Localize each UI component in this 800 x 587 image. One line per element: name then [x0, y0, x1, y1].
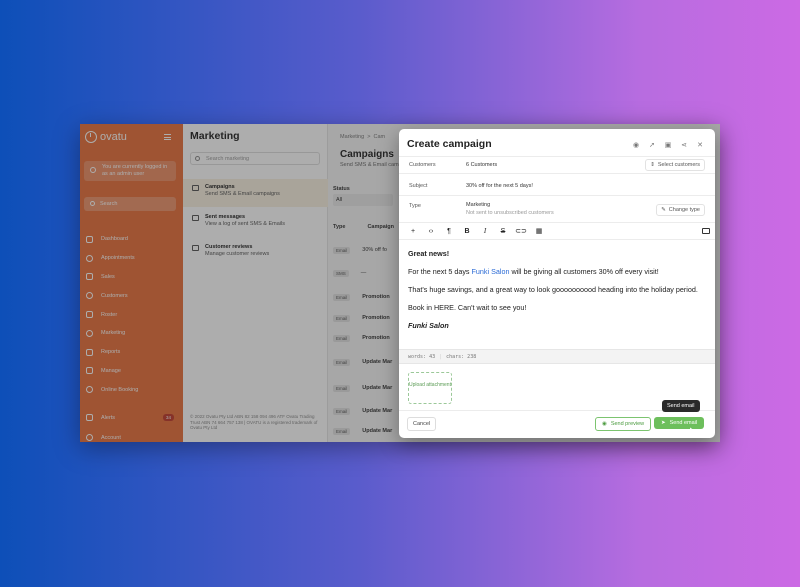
type-value: Marketing Not sent to unsubscribed custo…	[466, 202, 554, 216]
paper-plane-icon: ➤	[661, 420, 666, 426]
send-email-button[interactable]: ➤ Send email	[654, 417, 705, 429]
word-count: words: 43	[408, 354, 436, 360]
body-paragraph-3: Book in HERE. Can't wait to see you!	[408, 303, 527, 312]
select-customers-button[interactable]: ⇕ Select customers	[645, 159, 705, 171]
editor-counts: words: 43 | chars: 238	[399, 349, 715, 364]
send-preview-button[interactable]: ◉ Send preview	[595, 417, 652, 431]
close-icon[interactable]: ✕	[695, 140, 705, 150]
modal-toolbar-icons: ◉ ➚ ▣ ⋖ ✕	[631, 140, 705, 150]
change-type-button[interactable]: ✎ Change type	[656, 204, 705, 216]
salon-link[interactable]: Funki Salon	[472, 267, 510, 276]
keyboard-icon[interactable]	[702, 228, 710, 234]
rocket-icon[interactable]: ➚	[647, 140, 657, 150]
send-preview-label: Send preview	[610, 421, 645, 427]
pencil-icon: ✎	[661, 207, 666, 213]
divider	[399, 195, 715, 196]
body-paragraph-1: For the next 5 days Funki Salon will be …	[408, 267, 708, 276]
table-icon[interactable]: ▦	[530, 227, 548, 235]
subject-label: Subject	[409, 183, 428, 189]
editor-toolbar: + ‹› ¶ B I S ⊂⊃ ▦	[399, 222, 715, 240]
template-icon[interactable]: ▣	[663, 140, 673, 150]
divider	[399, 173, 715, 174]
code-icon[interactable]: ‹›	[422, 228, 440, 235]
body-paragraph-2: That's huge savings, and a great way to …	[408, 285, 698, 294]
type-label: Type	[409, 203, 421, 209]
send-email-tooltip: Send email	[662, 400, 700, 412]
char-count: chars: 238	[446, 354, 477, 360]
count-separator: |	[439, 354, 443, 360]
modal-title: Create campaign	[407, 138, 492, 150]
customers-label: Customers	[409, 162, 436, 168]
body-signature: Funki Salon	[408, 321, 449, 330]
paragraph-icon[interactable]: ¶	[440, 228, 458, 235]
bold-icon[interactable]: B	[458, 228, 476, 235]
upload-attachment-button[interactable]: Upload attachment	[408, 372, 452, 404]
body-greeting: Great news!	[408, 249, 450, 258]
change-type-label: Change type	[668, 207, 700, 213]
strikethrough-icon[interactable]: S	[494, 228, 512, 235]
cancel-button[interactable]: Cancel	[407, 417, 437, 431]
divider	[399, 156, 715, 157]
italic-icon[interactable]: I	[476, 227, 494, 235]
subject-value[interactable]: 30% off for the next 5 days!	[466, 183, 533, 189]
customers-value: 6 Customers	[466, 162, 498, 168]
share-icon[interactable]: ⋖	[679, 140, 689, 150]
link-icon[interactable]: ⊂⊃	[512, 227, 530, 235]
type-name: Marketing	[466, 202, 491, 208]
eye-icon[interactable]: ◉	[631, 140, 641, 150]
body-text: will be giving all customers 30% off eve…	[509, 267, 659, 276]
create-campaign-modal: Create campaign ◉ ➚ ▣ ⋖ ✕ Customers 6 Cu…	[399, 129, 715, 438]
type-note: Not sent to unsubscribed customers	[466, 210, 554, 216]
body-text: For the next 5 days	[408, 267, 472, 276]
plus-icon[interactable]: +	[404, 228, 422, 235]
select-customers-label: Select customers	[657, 162, 700, 168]
eye-icon: ◉	[602, 421, 607, 427]
updown-icon: ⇕	[650, 162, 655, 168]
email-body-editor[interactable]: Great news! For the next 5 days Funki Sa…	[408, 249, 708, 339]
